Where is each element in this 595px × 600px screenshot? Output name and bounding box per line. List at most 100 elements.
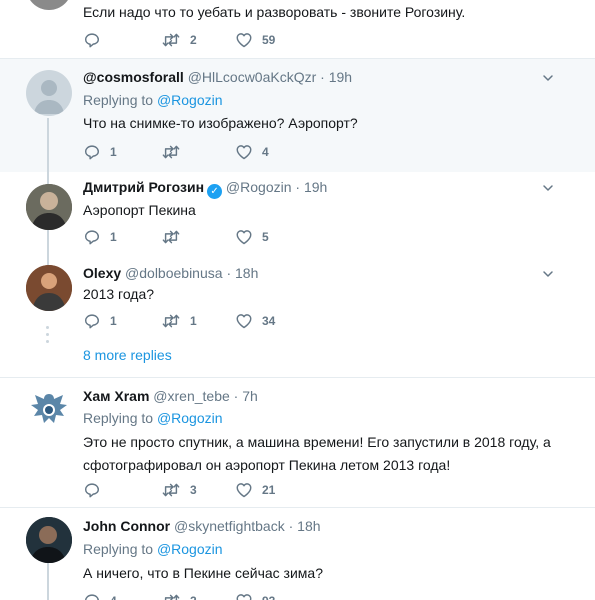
retweet-button[interactable]: 3 bbox=[161, 481, 197, 499]
caret-down-icon[interactable] bbox=[542, 182, 554, 194]
tweet-text: Это не просто спутник, а машина времени!… bbox=[83, 432, 573, 475]
reply-icon bbox=[83, 312, 101, 330]
retweet-button[interactable] bbox=[161, 143, 190, 161]
retweet-count: 3 bbox=[190, 483, 197, 497]
like-button[interactable]: 93 bbox=[235, 592, 275, 600]
username[interactable]: @HlLcocw0aKckQzr bbox=[188, 69, 317, 85]
like-button[interactable]: 4 bbox=[235, 143, 269, 161]
retweet-count: 2 bbox=[190, 33, 197, 47]
username[interactable]: @skynetfightback bbox=[174, 518, 285, 534]
tweet-text: 2013 года? bbox=[83, 286, 155, 302]
retweet-icon bbox=[161, 228, 181, 246]
tweet-header: Olexy @dolboebinusa · 18h bbox=[83, 265, 258, 281]
tweet-card[interactable]: @cosmosforall @HlLcocw0aKckQzr · 19h Rep… bbox=[0, 59, 595, 172]
like-button[interactable]: 21 bbox=[235, 481, 275, 499]
thread-continuation-dots bbox=[46, 326, 50, 347]
separator-dot: · bbox=[295, 179, 301, 195]
like-button[interactable]: 59 bbox=[235, 31, 275, 49]
avatar-photo-icon bbox=[26, 265, 72, 311]
reply-button[interactable]: 1 bbox=[83, 312, 117, 330]
eagle-emblem-icon bbox=[31, 394, 67, 423]
reply-button[interactable]: 1 bbox=[83, 143, 117, 161]
replying-to-link[interactable]: @Rogozin bbox=[157, 541, 223, 557]
avatar[interactable] bbox=[26, 184, 72, 230]
display-name[interactable]: Olexy bbox=[83, 265, 121, 281]
timestamp[interactable]: 19h bbox=[304, 179, 327, 195]
reply-button[interactable]: 1 bbox=[83, 228, 117, 246]
avatar[interactable] bbox=[26, 0, 72, 10]
verified-badge-icon: ✓ bbox=[207, 184, 223, 199]
replying-to-link[interactable]: @Rogozin bbox=[157, 410, 223, 426]
tweet-actions: 1 1 34 bbox=[83, 312, 383, 330]
tweet-card[interactable]: John Connor @skynetfightback · 18h Reply… bbox=[0, 508, 595, 600]
avatar[interactable] bbox=[26, 388, 72, 434]
like-count: 34 bbox=[262, 314, 276, 328]
replying-label: Replying to bbox=[83, 541, 154, 557]
tweet-header: Хам Xram @xren_tebe · 7h bbox=[83, 388, 258, 404]
thread-line bbox=[47, 230, 49, 258]
tweet-header: John Connor @skynetfightback · 18h bbox=[83, 518, 321, 534]
like-count: 93 bbox=[262, 594, 275, 600]
caret-down-icon[interactable] bbox=[542, 268, 554, 280]
reply-button[interactable] bbox=[83, 481, 110, 499]
tweet-text: Аэропорт Пекина bbox=[83, 202, 196, 218]
replying-to: Replying to @Rogozin bbox=[83, 410, 223, 426]
retweet-icon bbox=[161, 31, 181, 49]
tweet-card[interactable]: Хам Xram @xren_tebe · 7h Replying to @Ro… bbox=[0, 378, 595, 508]
replying-label: Replying to bbox=[83, 92, 154, 108]
retweet-count: 1 bbox=[190, 314, 197, 328]
like-icon bbox=[235, 312, 253, 330]
like-icon bbox=[235, 228, 253, 246]
replying-to: Replying to @Rogozin bbox=[83, 92, 223, 108]
separator-dot: · bbox=[320, 69, 325, 85]
tweet-text-line: сфотографировал он аэропорт Пекина летом… bbox=[83, 457, 451, 473]
replying-to: Replying to @Rogozin bbox=[83, 541, 223, 557]
retweet-button[interactable] bbox=[161, 228, 190, 246]
reply-count: 1 bbox=[110, 230, 117, 244]
reply-icon bbox=[83, 228, 101, 246]
display-name[interactable]: John Connor bbox=[83, 518, 170, 534]
like-icon bbox=[235, 143, 253, 161]
reply-count: 4 bbox=[110, 594, 117, 600]
username[interactable]: @Rogozin bbox=[226, 179, 292, 195]
username[interactable]: @xren_tebe bbox=[153, 388, 229, 404]
reply-icon bbox=[83, 481, 101, 499]
tweet-card[interactable]: Дмитрий Рогозин ✓ @Rogozin · 19h Аэропорт… bbox=[0, 172, 595, 258]
avatar[interactable] bbox=[26, 70, 72, 116]
timestamp[interactable]: 18h bbox=[297, 518, 320, 534]
display-name[interactable]: @cosmosforall bbox=[83, 69, 184, 85]
retweet-icon bbox=[161, 143, 181, 161]
display-name[interactable]: Дмитрий Рогозин bbox=[83, 179, 204, 195]
display-name[interactable]: Хам Xram bbox=[83, 388, 149, 404]
username[interactable]: @dolboebinusa bbox=[125, 265, 223, 281]
more-replies-link[interactable]: 8 more replies bbox=[83, 347, 172, 363]
timestamp[interactable]: 7h bbox=[242, 388, 258, 404]
replying-to-link[interactable]: @Rogozin bbox=[157, 92, 223, 108]
like-button[interactable]: 5 bbox=[235, 228, 269, 246]
reply-count: 1 bbox=[110, 145, 117, 159]
caret-down-icon[interactable] bbox=[542, 72, 554, 84]
timestamp[interactable]: 19h bbox=[329, 69, 352, 85]
retweet-button[interactable]: 1 bbox=[161, 312, 197, 330]
timestamp[interactable]: 18h bbox=[235, 265, 258, 281]
like-button[interactable]: 34 bbox=[235, 312, 275, 330]
reply-icon bbox=[83, 31, 101, 49]
avatar[interactable] bbox=[26, 517, 72, 563]
retweet-button[interactable]: 2 bbox=[161, 592, 197, 600]
reply-button[interactable]: 4 bbox=[83, 592, 117, 600]
reply-icon bbox=[83, 143, 101, 161]
reply-button[interactable] bbox=[83, 31, 110, 49]
like-icon bbox=[235, 31, 253, 49]
reply-icon bbox=[83, 592, 101, 600]
reply-count: 1 bbox=[110, 314, 117, 328]
tweet-header: @cosmosforall @HlLcocw0aKckQzr · 19h bbox=[83, 69, 352, 85]
retweet-button[interactable]: 2 bbox=[161, 31, 197, 49]
separator-dot: · bbox=[233, 388, 239, 404]
like-count: 59 bbox=[262, 33, 276, 47]
like-count: 4 bbox=[262, 145, 269, 159]
tweet-card[interactable]: Если надо что то уебать и разворовать - … bbox=[0, 0, 595, 59]
avatar[interactable] bbox=[26, 265, 72, 311]
tweet-card[interactable]: Olexy @dolboebinusa · 18h 2013 года? 1 1… bbox=[0, 258, 595, 378]
avatar-photo-icon bbox=[26, 184, 72, 230]
tweet-text-line: Это не просто спутник, а машина времени!… bbox=[83, 434, 551, 450]
